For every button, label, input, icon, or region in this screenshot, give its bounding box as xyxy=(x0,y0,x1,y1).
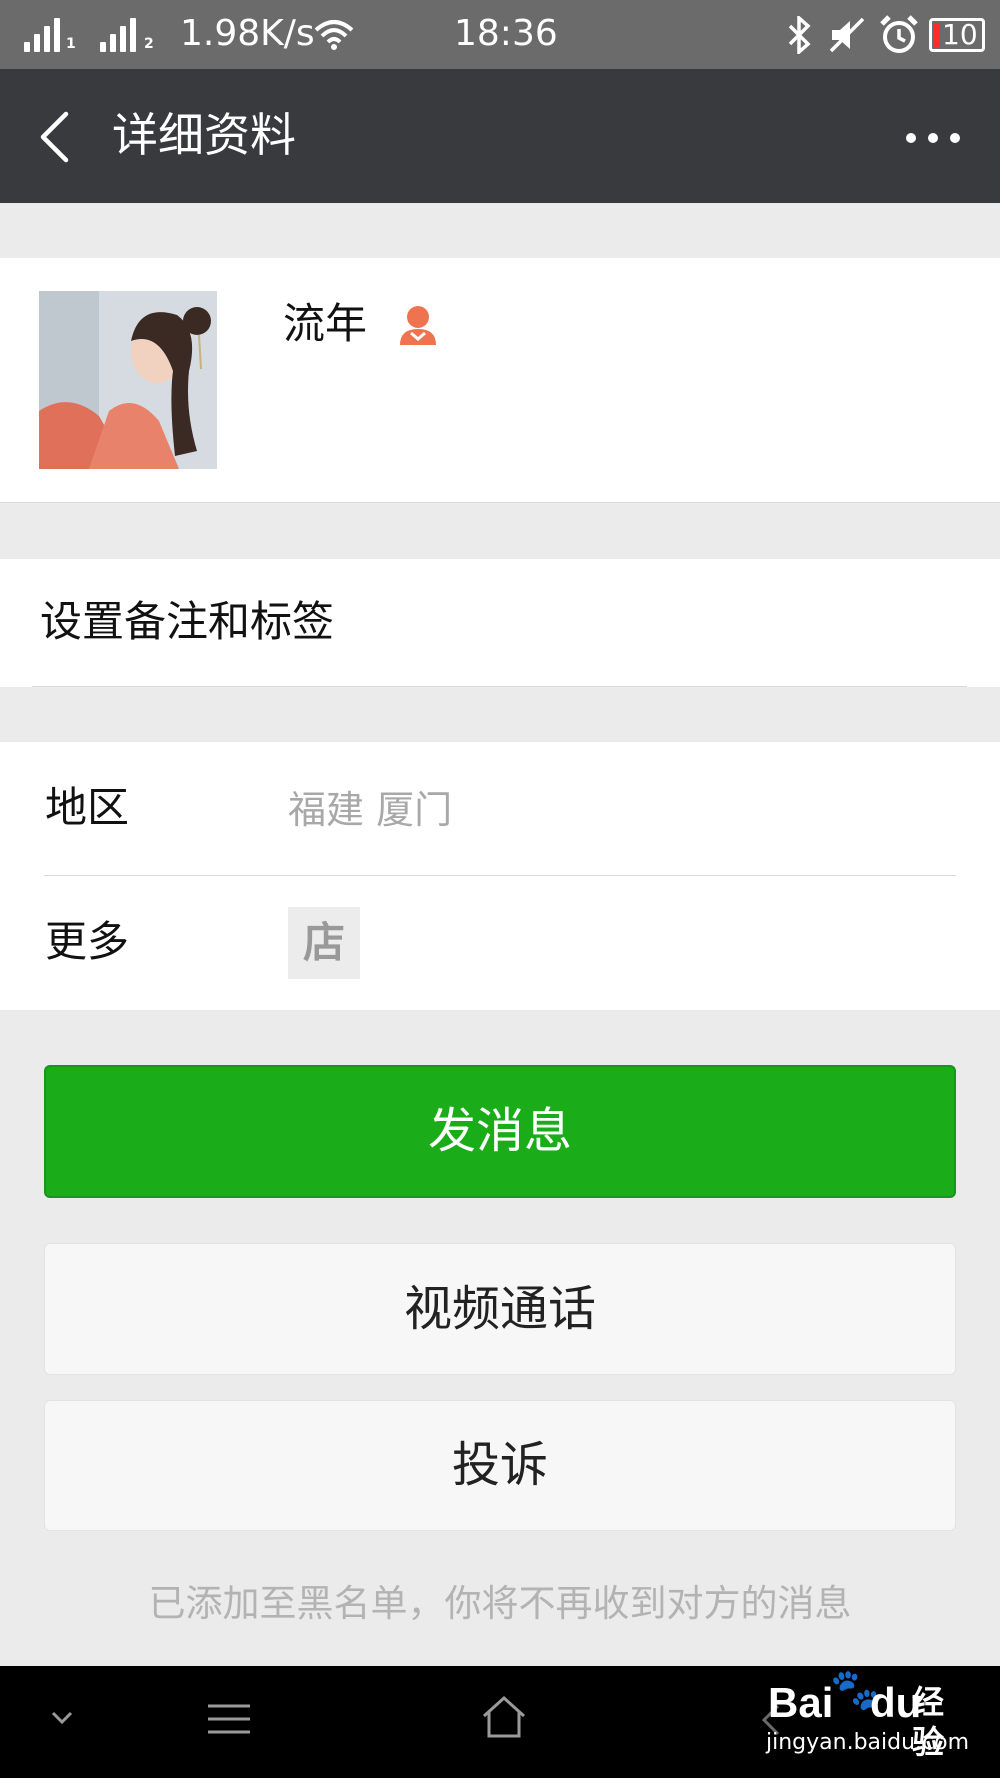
signal-icon: 1 xyxy=(24,14,76,52)
report-button[interactable]: 投诉 xyxy=(44,1400,956,1531)
blacklist-notice: 已添加至黑名单，你将不再收到对方的消息 xyxy=(148,1582,852,1625)
more-dots-icon xyxy=(906,133,916,143)
signal-icon: 2 xyxy=(100,14,160,52)
status-bar: 1 2 1.98K/s 18:36 10 xyxy=(0,0,1000,69)
network-speed: 1.98K/s xyxy=(180,13,315,54)
shop-icon[interactable]: 店 xyxy=(288,907,360,979)
region-value: 福建 厦门 xyxy=(288,788,453,832)
send-message-button[interactable]: 发消息 xyxy=(44,1065,956,1198)
more-button[interactable] xyxy=(900,109,970,165)
video-call-button[interactable]: 视频通话 xyxy=(44,1243,956,1375)
mute-icon xyxy=(829,17,865,53)
chevron-down-icon[interactable] xyxy=(50,1710,74,1726)
baidu-jingyan-watermark: Bai 🐾 du 经验 jingyan.baidu.com xyxy=(766,1667,970,1761)
contact-name: 流年 xyxy=(283,299,368,348)
wifi-icon xyxy=(314,20,354,50)
alarm-icon xyxy=(880,15,918,53)
back-button[interactable] xyxy=(30,99,90,173)
more-label: 更多 xyxy=(45,917,130,966)
menu-icon[interactable] xyxy=(206,1702,252,1736)
more-row[interactable] xyxy=(0,876,1000,1010)
battery-icon: 10 xyxy=(929,18,985,52)
avatar[interactable] xyxy=(39,291,217,469)
page-title: 详细资料 xyxy=(112,108,296,162)
divider xyxy=(32,686,967,687)
region-label: 地区 xyxy=(45,783,130,832)
title-bar: 详细资料 xyxy=(0,69,1000,203)
female-icon xyxy=(400,306,436,345)
remark-label: 设置备注和标签 xyxy=(40,597,335,646)
clock: 18:36 xyxy=(454,13,558,54)
home-icon[interactable] xyxy=(480,1694,528,1740)
profile-card xyxy=(0,258,1000,503)
bluetooth-icon xyxy=(788,16,811,54)
chevron-left-icon xyxy=(40,111,69,163)
